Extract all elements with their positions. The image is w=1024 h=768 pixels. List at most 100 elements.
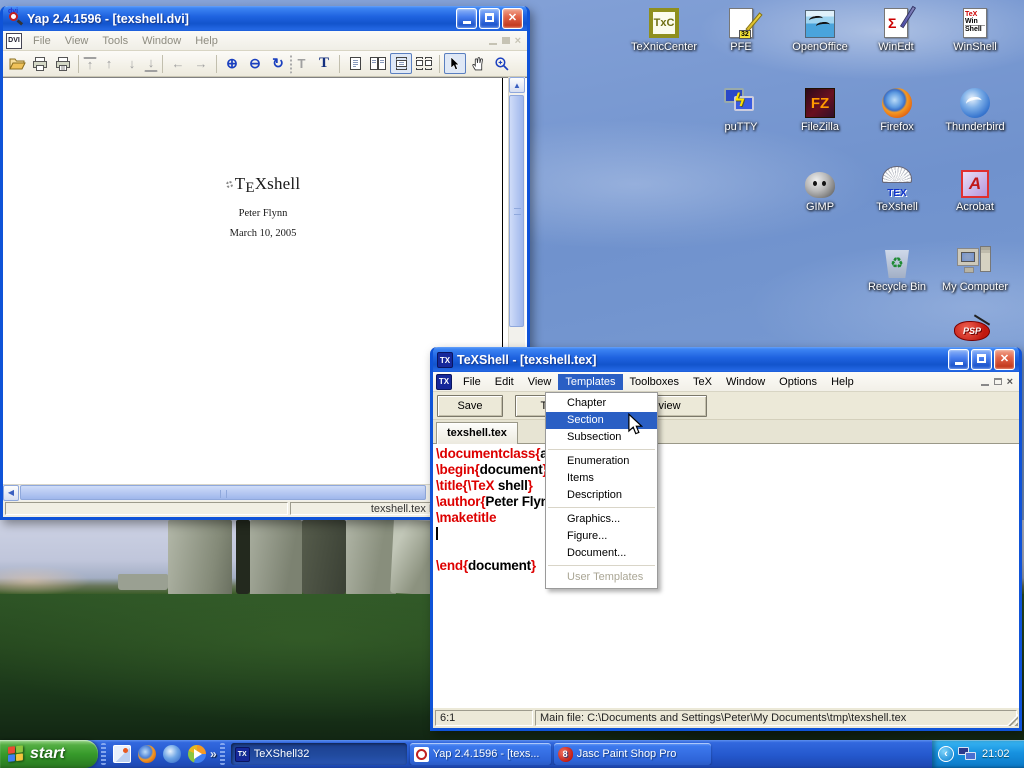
- menu-item-items[interactable]: Items: [546, 470, 657, 487]
- taskbar-task-texshell32[interactable]: TXTeXShell32: [231, 743, 407, 765]
- windows-flag-icon: [8, 745, 25, 764]
- menu-item-figure[interactable]: Figure...: [546, 528, 657, 545]
- taskbar-task-yap-2-4-1596-texs[interactable]: Yap 2.4.1596 - [texs...: [410, 743, 551, 765]
- yap-menu-window[interactable]: Window: [135, 33, 188, 49]
- desktop-icon-firefox[interactable]: Firefox: [859, 82, 935, 133]
- stone: [236, 520, 250, 594]
- desktop-icon-my-computer[interactable]: My Computer: [937, 242, 1013, 293]
- text-icon[interactable]: T: [313, 53, 335, 74]
- back-icon[interactable]: ←: [167, 53, 189, 74]
- view-facing-icon[interactable]: [367, 53, 389, 74]
- quick-launch-media-player-icon[interactable]: [188, 745, 206, 763]
- view-continuous-icon[interactable]: [390, 53, 412, 74]
- quick-launch-overflow-chevron[interactable]: »: [210, 747, 217, 761]
- vertical-scroll-thumb[interactable]: [509, 95, 524, 327]
- zoom-out-icon[interactable]: ⊖: [244, 53, 266, 74]
- desktop-icon-putty[interactable]: ϟpuTTY: [703, 82, 779, 133]
- desktop-icon-gimp[interactable]: GIMP: [782, 162, 858, 213]
- desktop-icon-recycle-bin[interactable]: ♻Recycle Bin: [859, 242, 935, 293]
- desktop-icon-texshell[interactable]: TEXTeXshell: [859, 162, 935, 213]
- horizontal-scroll-thumb[interactable]: [20, 485, 426, 500]
- toolbar-drag-handle[interactable]: [220, 743, 225, 765]
- mycomputer-icon: [937, 242, 1013, 278]
- hand-tool-icon[interactable]: [467, 53, 489, 74]
- desktop-icon-winedt[interactable]: ΣWinEdt: [858, 2, 934, 53]
- editor-line: \documentclass{article}: [433, 446, 1019, 462]
- prev-page-icon[interactable]: ↑: [98, 53, 120, 74]
- texshell-maximize-button[interactable]: [971, 349, 992, 370]
- yap-menu-file[interactable]: File: [26, 33, 58, 49]
- yap-titlebar[interactable]: dvi Yap 2.4.1596 - [texshell.dvi] ✕: [3, 6, 527, 31]
- texshell-menu-tex[interactable]: TeX: [686, 374, 719, 390]
- yap-minimize-button[interactable]: [456, 8, 477, 29]
- ruler-text-icon[interactable]: T: [290, 53, 312, 74]
- menu-item-chapter[interactable]: Chapter: [546, 395, 657, 412]
- cursor-position: 6:1: [435, 710, 533, 726]
- refresh-icon[interactable]: ↻: [267, 53, 289, 74]
- menu-item-graphics[interactable]: Graphics...: [546, 511, 657, 528]
- texshell-toolbar: SaveTeXPreview: [433, 392, 1019, 420]
- toolbar-drag-handle[interactable]: [101, 743, 106, 765]
- view-continuous-facing-icon[interactable]: [413, 53, 435, 74]
- desktop-icon-openoffice[interactable]: OpenOffice: [782, 2, 858, 53]
- texshell-menu-toolboxes[interactable]: Toolboxes: [623, 374, 687, 390]
- network-status-icon[interactable]: [958, 746, 978, 762]
- texshell-menu-edit[interactable]: Edit: [488, 374, 521, 390]
- menu-item-document[interactable]: Document...: [546, 545, 657, 562]
- scroll-left-button[interactable]: ◀: [3, 485, 19, 501]
- recyclebin-icon: ♻: [859, 242, 935, 278]
- texshell-menu-file[interactable]: File: [456, 374, 488, 390]
- desktop-icon-label: My Computer: [937, 281, 1013, 293]
- magnifier-icon[interactable]: [490, 53, 512, 74]
- texshell-menu-view[interactable]: View: [521, 374, 559, 390]
- scroll-up-button[interactable]: ▲: [509, 77, 525, 93]
- quick-launch-show-desktop-icon[interactable]: [113, 745, 131, 763]
- desktop-icon-label: GIMP: [782, 201, 858, 213]
- texshell-close-button[interactable]: ✕: [994, 349, 1015, 370]
- last-page-icon[interactable]: ↓: [144, 56, 158, 72]
- yap-menu-help[interactable]: Help: [188, 33, 225, 49]
- resize-grip[interactable]: [1006, 714, 1018, 726]
- yap-mdi-controls[interactable]: ×: [489, 36, 525, 46]
- texshell-mdi-controls[interactable]: ×: [981, 377, 1017, 387]
- tab-texshell-tex[interactable]: texshell.tex: [436, 422, 518, 444]
- taskbar-task-jasc-paint-shop-pro[interactable]: 8Jasc Paint Shop Pro: [554, 743, 711, 765]
- desktop-icon-paint-shop-pro[interactable]: PSP: [951, 321, 993, 347]
- view-single-icon[interactable]: [344, 53, 366, 74]
- yap-menu-view[interactable]: View: [58, 33, 96, 49]
- texshell-titlebar[interactable]: TX TeXShell - [texshell.tex] ✕: [433, 347, 1019, 372]
- menu-separator: [548, 565, 655, 566]
- print-icon[interactable]: [29, 53, 51, 74]
- texshell-menu-options[interactable]: Options: [772, 374, 824, 390]
- yap-maximize-button[interactable]: [479, 8, 500, 29]
- desktop-icon-acrobat[interactable]: AAcrobat: [937, 162, 1013, 213]
- taskbar-clock[interactable]: 21:02: [982, 748, 1010, 760]
- desktop-icon-winshell[interactable]: TeXWinShellWinShell: [937, 2, 1013, 53]
- yap-close-button[interactable]: ✕: [502, 8, 523, 29]
- texshell-menu-help[interactable]: Help: [824, 374, 861, 390]
- texshell-editor[interactable]: \documentclass{article}\begin{document}\…: [433, 444, 1019, 708]
- texshell-menu-window[interactable]: Window: [719, 374, 772, 390]
- desktop-icon-filezilla[interactable]: FZFileZilla: [782, 82, 858, 133]
- texshell-menu-templates[interactable]: Templates: [558, 374, 622, 390]
- toolbar-separator: [78, 55, 79, 73]
- start-button[interactable]: start: [0, 740, 98, 768]
- zoom-in-icon[interactable]: ⊕: [221, 53, 243, 74]
- texshell-minimize-button[interactable]: [948, 349, 969, 370]
- open-icon[interactable]: [6, 53, 28, 74]
- menu-item-enumeration[interactable]: Enumeration: [546, 453, 657, 470]
- first-page-icon[interactable]: ↑: [83, 57, 97, 73]
- forward-icon[interactable]: →: [190, 53, 212, 74]
- select-tool-icon[interactable]: [444, 53, 466, 74]
- quick-launch-firefox-icon[interactable]: [138, 745, 156, 763]
- desktop-icon-thunderbird[interactable]: Thunderbird: [937, 82, 1013, 133]
- desktop-icon-pfe[interactable]: 32PFE: [703, 2, 779, 53]
- print-page-icon[interactable]: [52, 53, 74, 74]
- next-page-icon[interactable]: ↓: [121, 53, 143, 74]
- menu-item-description[interactable]: Description: [546, 487, 657, 504]
- yap-menu-tools[interactable]: Tools: [95, 33, 135, 49]
- tray-collapse-chevron-icon[interactable]: ‹: [938, 746, 954, 762]
- quick-launch-thunderbird-icon[interactable]: [163, 745, 181, 763]
- save-button[interactable]: Save: [437, 395, 503, 417]
- desktop-icon-texniccenter[interactable]: TxCTeXnicCenter: [626, 2, 702, 53]
